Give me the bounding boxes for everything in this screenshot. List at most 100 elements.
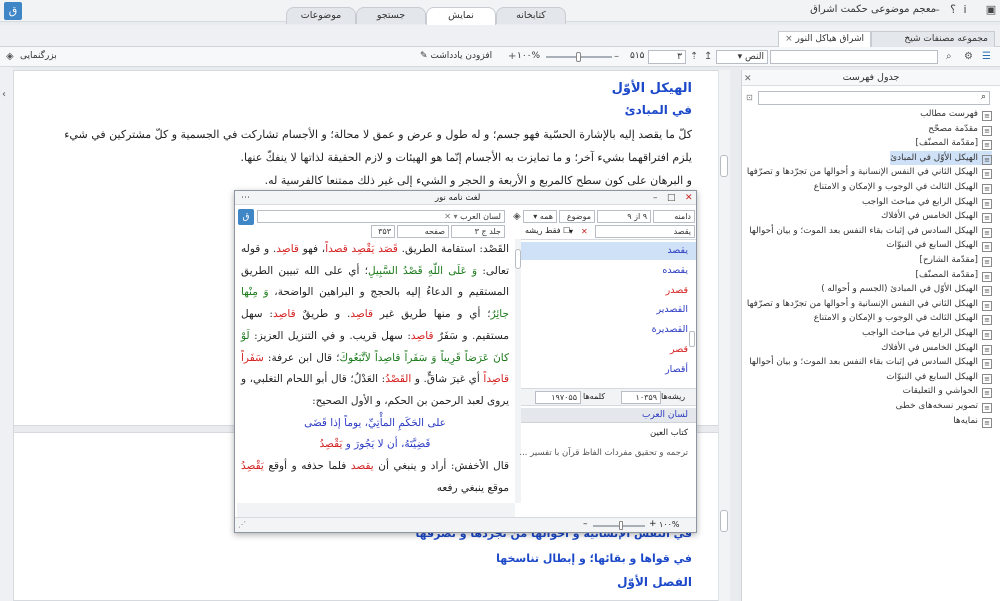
toc-item-label: الهيكل الثاني في النفس الإنسانية و أحوال…	[744, 298, 978, 309]
doc-heading-1: الهيكل الأوّل	[611, 81, 692, 96]
dict-zoom-thumb[interactable]	[619, 521, 623, 530]
toc-item[interactable]: ≡ [مقدّمة المصنّف]	[916, 136, 992, 151]
toc-item[interactable]: ≡ الهيكل الثاني في النفس الإنسانية و أحوا…	[744, 165, 992, 180]
word-list-item[interactable]: يقصد	[667, 245, 688, 256]
root-only-checkbox[interactable]: ☐ فقط ریشه	[525, 226, 570, 235]
toc-item[interactable]: ≡ الهيكل الأوّل في المبادئ	[890, 150, 992, 165]
toc-item[interactable]: ≡ فهرست مطالب	[920, 107, 992, 121]
toc-item-label: الهيكل الأوّل في المبادئ	[890, 152, 978, 163]
entry-hscroll[interactable]	[237, 503, 515, 517]
entry-segment: ؛ أي و منها طريق غير	[372, 308, 491, 321]
dictionary-entry: القَصْد: استقامة الطريق. قَصَد يَقْصِد ق…	[237, 239, 515, 503]
toc-item[interactable]: ≡ الحواشي و التعليقات	[903, 384, 992, 399]
panel-close-icon[interactable]: ✕	[744, 74, 752, 84]
dict-page-input[interactable]: ۳۵۳	[371, 225, 395, 238]
entry-segment: قَصَد يَقْصِد قصداً	[325, 243, 398, 255]
gear-icon[interactable]: ⚙	[964, 51, 973, 63]
toc-item[interactable]: ≡ الهيكل الثالث في الوجوب و الإمكان و الا…	[814, 311, 992, 326]
layers-icon[interactable]: ◈	[513, 211, 521, 223]
page-up-icon[interactable]: ⇡	[690, 51, 698, 63]
verse-line-1: على الحَكَمِ المأْتِيِّ، يوماً إذا قَضَى	[304, 416, 446, 429]
word-list-item[interactable]: القصديرة	[652, 324, 688, 335]
toc-item[interactable]: ≡ الهيكل السابع في النبوّات	[886, 238, 992, 253]
entry-segment: ، فهو	[298, 243, 326, 255]
list-view-icon[interactable]: ☰	[982, 51, 991, 63]
toc-item[interactable]: ≡ الهيكل السادس في إثبات بقاء النفس بعد ا…	[749, 355, 992, 370]
dictionary-title-bar: ⋯ لغت نامه نور – □ ✕	[235, 191, 696, 205]
tab-display[interactable]: نمایش	[426, 7, 496, 25]
zoom-in-icon[interactable]: +	[508, 51, 516, 63]
toc-item[interactable]: ≡ نمایه‌ها	[953, 414, 992, 428]
toc-search-icon[interactable]: ⌕	[981, 92, 986, 102]
book-title[interactable]: لسان العرب	[642, 410, 688, 420]
toc-item[interactable]: ≡ الهيكل الخامس في الأفلاك	[881, 341, 992, 355]
zoom-out-icon[interactable]: –	[614, 51, 619, 63]
word-list-item[interactable]: يقصده	[662, 265, 688, 276]
toc-item-label: تصوير نسخه‌های خطی	[895, 401, 978, 411]
search-icon[interactable]: ⌕	[946, 51, 952, 63]
doc-paragraph-1: كلّ ما يقصد إليه بالإشارة الحسّية فهو جس…	[64, 128, 692, 141]
word-list-item[interactable]: قصر	[670, 344, 688, 355]
toc-item[interactable]: ≡ الهيكل الرابع في مباحث الواجب	[862, 326, 992, 340]
resize-grip-icon[interactable]: ⋰	[238, 520, 246, 529]
zoom-label[interactable]: بزرگنمایی	[20, 51, 57, 61]
word-list: يقصد يقصده قصدر القصدير القصديرة قصر أقصار	[521, 239, 696, 385]
dict-subject-select[interactable]: همه ▾	[523, 210, 557, 223]
page-input[interactable]: ۳	[648, 50, 686, 64]
word-list-item[interactable]: قصدر	[666, 285, 688, 296]
tab-search[interactable]: جستجو	[356, 7, 426, 24]
toc-search-input[interactable]: ⌕	[758, 91, 990, 105]
toc-item[interactable]: ≡ الهيكل الرابع في مباحث الواجب	[862, 195, 992, 209]
entry-segment: القَصْد: استقامة الطريق.	[397, 243, 509, 255]
scroll-thumb-lower[interactable]	[720, 510, 728, 532]
search-input[interactable]	[770, 50, 938, 64]
dict-zoom-in-icon[interactable]: +	[649, 519, 657, 529]
minimize-icon[interactable]: –	[653, 192, 658, 204]
document-icon: ≡	[982, 359, 992, 370]
toc-filter-icon[interactable]: ⊡	[746, 93, 753, 102]
info-icon[interactable]: i	[958, 3, 972, 17]
zoom-slider-thumb[interactable]	[576, 52, 581, 62]
toc-item[interactable]: ≡ الهيكل الأوّل في المبادئ (الجسم و أحوال…	[821, 282, 992, 297]
dict-query-input[interactable]: یقصد	[595, 225, 695, 238]
close-icon[interactable]: ×	[785, 34, 793, 44]
add-note-button[interactable]: افزودن یادداشت ✎	[420, 51, 492, 61]
scroll-thumb-upper[interactable]	[720, 155, 728, 177]
word-list-item[interactable]: القصدير	[657, 304, 688, 315]
search-scope-select[interactable]: النص ▾	[716, 50, 768, 64]
toc-item[interactable]: ≡ الهيكل الخامس في الأفلاك	[881, 209, 992, 224]
toc-item[interactable]: ≡ الهيكل الثاني في النفس الإنسانية و أحوا…	[744, 297, 992, 311]
toc-item[interactable]: ≡ مقدّمة مصحّح	[928, 122, 992, 136]
tab-topics[interactable]: موضوعات	[286, 7, 356, 24]
entry-segment: قاصِد	[350, 308, 373, 321]
toc-item-label: مقدّمة مصحّح	[928, 123, 978, 134]
doc-tab-collection[interactable]: مجموعه مصنفات شیخ اشراق ×	[871, 31, 995, 59]
dict-source-select[interactable]: لسان العرب ▾ ✕	[257, 210, 505, 223]
word-list-item[interactable]: أقصار	[665, 364, 688, 375]
left-margin: ‹	[0, 67, 13, 601]
dict-zoom-out-icon[interactable]: –	[583, 519, 588, 529]
window-menu-icon[interactable]: ⋯	[241, 192, 250, 204]
page-prev-icon[interactable]: ↥	[704, 51, 712, 63]
maximize-icon[interactable]: □	[667, 192, 676, 204]
layers-icon[interactable]: ◈	[6, 51, 14, 63]
close-icon[interactable]: ✕	[685, 192, 693, 204]
document-icon: ≡	[982, 330, 992, 340]
toc-item[interactable]: ≡ تصوير نسخه‌های خطی	[896, 399, 992, 413]
dict-range: ۹ از ۹	[597, 210, 651, 223]
toc-item[interactable]: ≡ [مقدّمة الشارح]	[920, 253, 992, 267]
book-description[interactable]: ترجمه و تحقیق مفردات الفاظ قرآن با تفسیر…	[519, 448, 688, 458]
doc-tab-current[interactable]: اشراق هیاکل النور ×	[778, 31, 871, 48]
tab-library[interactable]: کتابخانه	[496, 7, 566, 24]
word-list-scroll-thumb[interactable]	[689, 331, 695, 347]
dictionary-window: ⋯ لغت نامه نور – □ ✕ ق لسان العرب ▾ ✕ جل…	[234, 190, 697, 533]
dict-volume-field[interactable]: جلد ج ۳	[451, 225, 505, 238]
collapse-icon[interactable]: ‹	[2, 89, 6, 101]
toc-item[interactable]: ≡ [مقدّمة المصنّف]	[916, 268, 992, 282]
document-scrollbar[interactable]	[718, 70, 730, 601]
book-author[interactable]: كتاب العين	[650, 428, 688, 438]
clear-query-icon[interactable]: ✕	[581, 227, 588, 236]
toc-item[interactable]: ≡ الهيكل السادس في إثبات بقاء النفس بعد ا…	[749, 224, 992, 238]
toc-item[interactable]: ≡ الهيكل الثالث في الوجوب و الإمكان و الا…	[814, 180, 992, 194]
toc-item[interactable]: ≡ الهيكل السابع في النبوّات	[886, 370, 992, 384]
